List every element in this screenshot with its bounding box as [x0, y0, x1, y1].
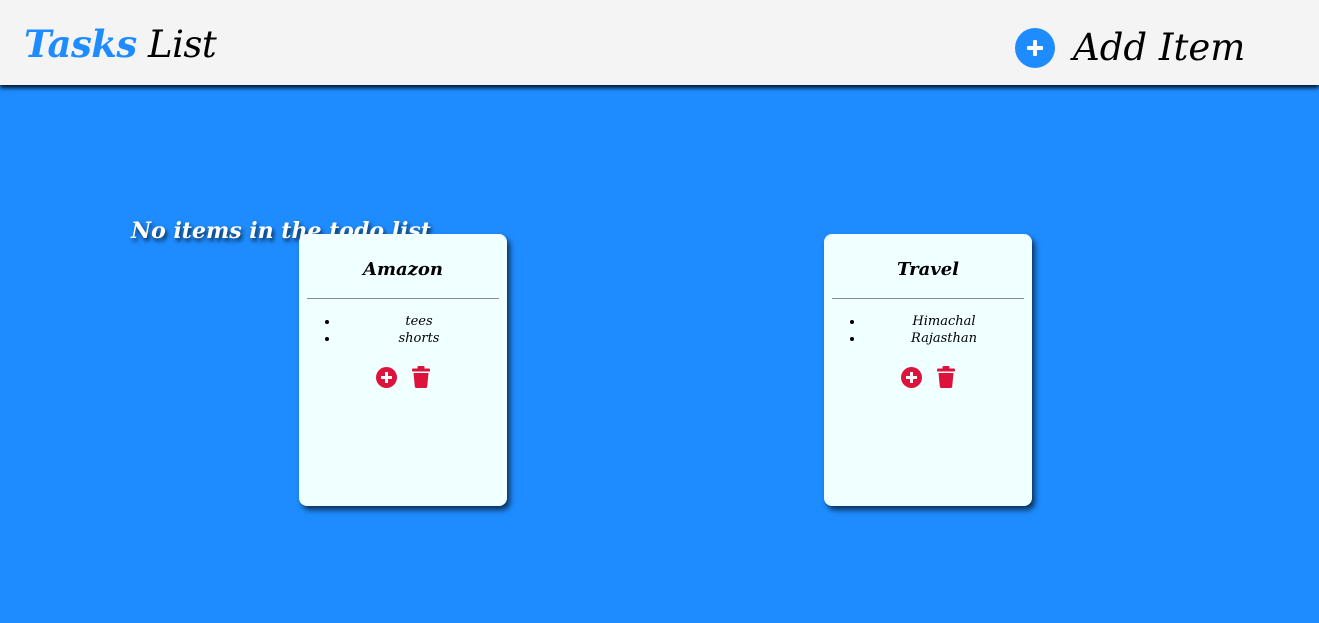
- app-title: Tasks List: [24, 20, 217, 69]
- list-item: Rajasthan: [864, 330, 1024, 347]
- card-item-list: Himachal Rajasthan: [848, 313, 1024, 347]
- app-title-list: List: [148, 23, 217, 66]
- card-title: Amazon: [363, 259, 443, 280]
- add-item-button[interactable]: Add Item: [1015, 27, 1245, 69]
- card-title: Travel: [897, 259, 959, 280]
- add-item-label: Add Item: [1073, 26, 1246, 69]
- plus-circle-icon: [1015, 28, 1055, 68]
- add-subitem-plus-icon[interactable]: [900, 366, 922, 388]
- card-actions: [299, 366, 507, 388]
- add-subitem-plus-icon[interactable]: [375, 366, 397, 388]
- card-divider: [832, 298, 1024, 299]
- delete-trash-icon[interactable]: [936, 366, 956, 388]
- card-actions: [824, 366, 1032, 388]
- todo-card-amazon: Amazon tees shorts: [299, 234, 507, 506]
- list-item: Himachal: [864, 313, 1024, 330]
- app-header: Tasks List Add Item: [0, 0, 1319, 85]
- delete-trash-icon[interactable]: [411, 366, 431, 388]
- card-item-list: tees shorts: [323, 313, 499, 347]
- card-divider: [307, 298, 499, 299]
- list-item: tees: [339, 313, 499, 330]
- list-item: shorts: [339, 330, 499, 347]
- app-title-tasks: Tasks: [24, 22, 137, 66]
- todo-card-travel: Travel Himachal Rajasthan: [824, 234, 1032, 506]
